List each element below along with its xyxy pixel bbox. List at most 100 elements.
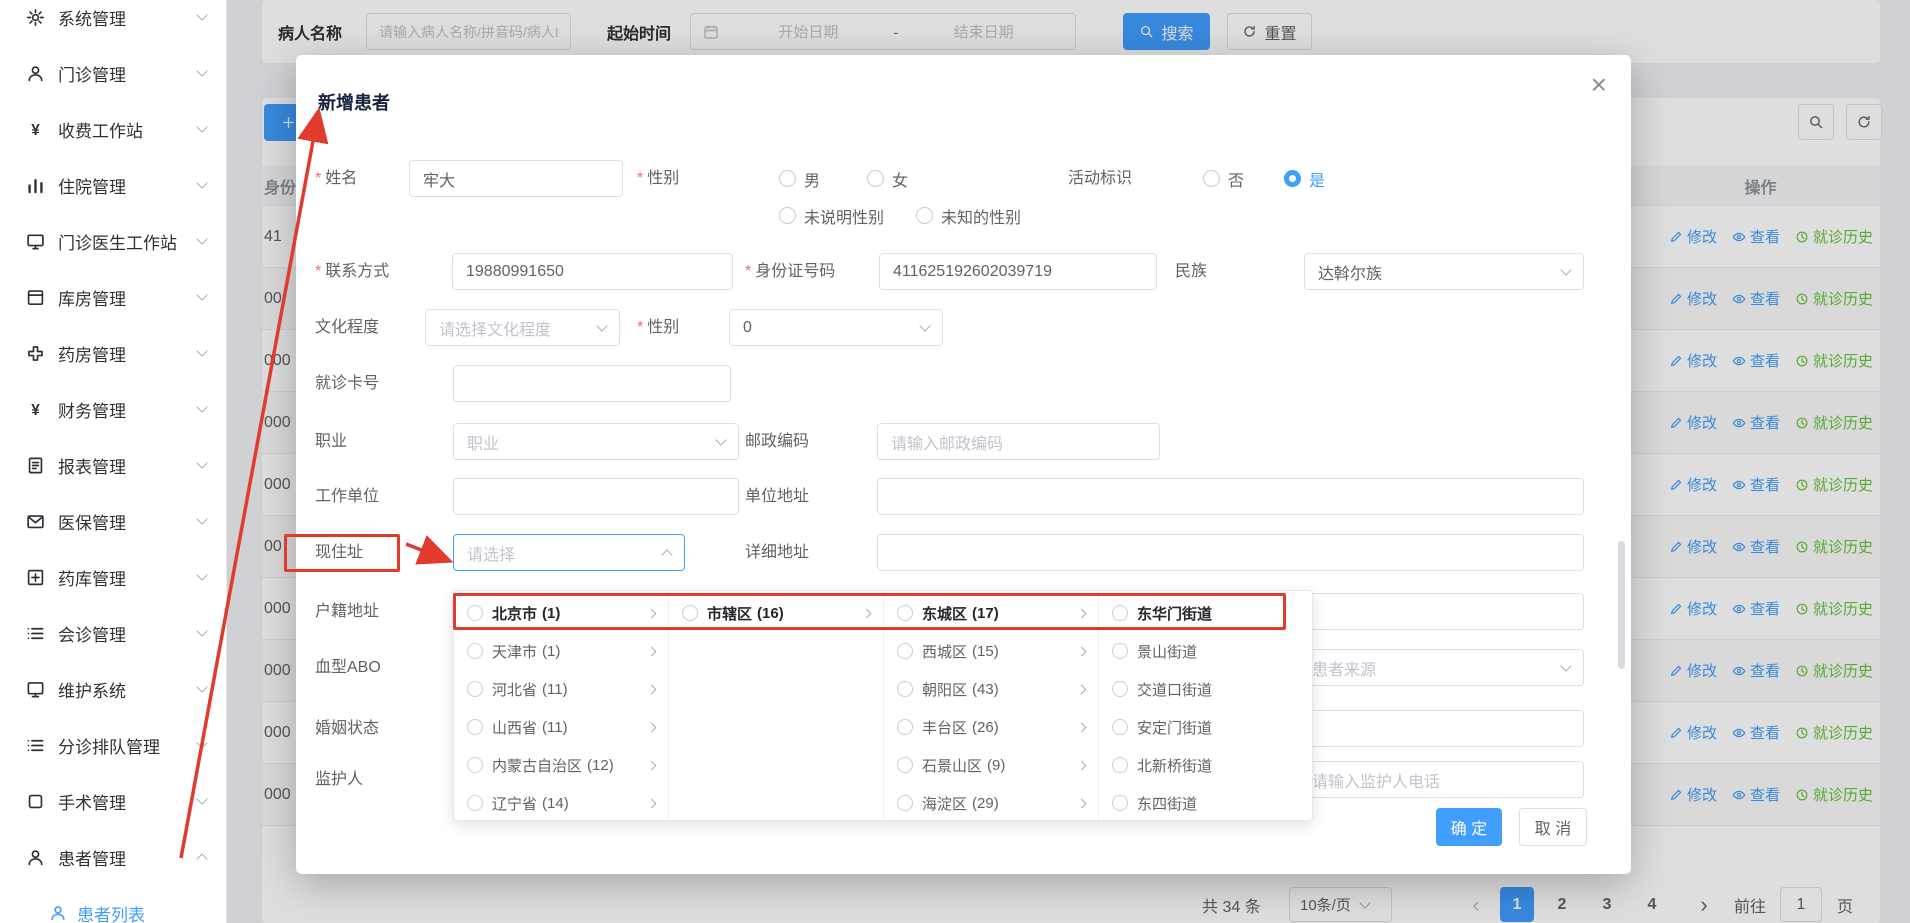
sidebar-item-pharmacy[interactable]: 药房管理 [0,325,226,381]
chevron-down-icon [196,681,207,692]
chevron-down-icon [196,793,207,804]
chevron-down-icon [196,457,207,468]
gender-radio-male[interactable]: 男 [779,160,820,197]
occupation-select[interactable]: 职业 [453,423,739,460]
chevron-down-icon [196,233,207,244]
cascader-option-street[interactable]: 交道口街道 [1099,670,1314,708]
sidebar-item-maintenance[interactable]: 维护系统 [0,661,226,717]
chevron-down-icon [196,625,207,636]
patient-list-icon [49,904,67,922]
cascader-option-district[interactable]: 丰台区(26) [884,708,1098,746]
education-select[interactable]: 请选择文化程度 [425,309,620,346]
cascader-option-province[interactable]: 河北省(11) [454,670,668,708]
sidebar-item-patient-list[interactable]: 患者列表 [0,885,226,923]
cascader-option-street[interactable]: 安定门街道 [1099,708,1314,746]
sidebar-item-outpatient[interactable]: 门诊管理 [0,45,226,101]
postal-code-input[interactable]: 请输入邮政编码 [877,423,1160,460]
name-input[interactable]: 牢大 [409,160,623,197]
modal-scrollbar-thumb[interactable] [1618,541,1625,669]
sidebar-item-drug-storage[interactable]: 药库管理 [0,549,226,605]
chevron-right-icon [647,798,657,808]
radio-icon [897,795,913,811]
idcard-input[interactable]: 411625192602039719 [879,253,1157,290]
cascader-option-street[interactable]: 景山街道 [1099,632,1314,670]
work-unit-input[interactable] [453,478,739,515]
radio-icon [467,681,483,697]
chevron-down-icon [196,177,207,188]
sidebar-item-outpatient-doctor-station[interactable]: 门诊医生工作站 [0,213,226,269]
active-flag-label: 活动标识 [1068,160,1132,197]
work-unit-label: 工作单位 [315,478,379,515]
radio-icon [897,681,913,697]
sidebar-item-charging-station[interactable]: ¥ 收费工作站 [0,101,226,157]
cascader-option-street[interactable]: 北新桥街道 [1099,746,1314,784]
cascader-option-street[interactable]: 东四街道 [1099,784,1314,822]
annotation-box-current-address [284,534,400,572]
gender-radio-unspecified[interactable]: 未说明性别 [779,197,884,234]
cascader-option-province[interactable]: 内蒙古自治区(12) [454,746,668,784]
guardian-phone-input[interactable]: 请输入监护人电话 [1298,761,1584,798]
gender-radio-unknown[interactable]: 未知的性别 [916,197,1021,234]
chevron-right-icon [647,646,657,656]
sidebar-item-patient[interactable]: 患者管理 [0,829,226,885]
svg-text:¥: ¥ [31,401,40,418]
visit-card-input[interactable] [453,365,731,402]
report-icon [26,456,45,475]
sidebar-item-system[interactable]: 系统管理 [0,0,226,45]
sidebar-item-warehouse[interactable]: 库房管理 [0,269,226,325]
cascader-option-province[interactable]: 天津市(1) [454,632,668,670]
drug-storage-icon [26,568,45,587]
gear-icon [26,8,45,27]
sidebar-item-finance[interactable]: ¥ 财务管理 [0,381,226,437]
confirm-button[interactable]: 确 定 [1436,808,1502,846]
unit-address-label: 单位地址 [745,478,809,515]
patient-source-select[interactable]: 患者来源 [1298,649,1584,686]
cascader-option-province[interactable]: 辽宁省(14) [454,784,668,822]
chevron-right-icon [1077,722,1087,732]
radio-icon [467,643,483,659]
envelope-icon [26,512,45,531]
cascader-option-district[interactable]: 海淀区(29) [884,784,1098,822]
marital-status-label: 婚姻状态 [315,710,379,747]
svg-text:¥: ¥ [31,121,40,138]
unit-address-input[interactable] [877,478,1584,515]
chevron-right-icon [647,760,657,770]
sidebar: 系统管理 门诊管理 ¥ 收费工作站 住院管理 门诊医生工作站 库房管理 [0,0,227,923]
ethnicity-select[interactable]: 达斡尔族 [1304,253,1584,290]
sidebar-item-inpatient[interactable]: 住院管理 [0,157,226,213]
radio-icon [897,757,913,773]
close-icon[interactable]: × [1591,71,1607,99]
detail-address-input[interactable] [877,534,1584,571]
occupation-label: 职业 [315,423,347,460]
contact-input[interactable]: 19880991650 [452,253,733,290]
cancel-button[interactable]: 取 消 [1519,808,1587,846]
active-flag-radio-yes[interactable]: 是 [1284,160,1325,197]
cascader-option-district[interactable]: 石景山区(9) [884,746,1098,784]
sidebar-item-surgery[interactable]: 手术管理 [0,773,226,829]
annotation-box-cascader-row [453,593,1286,630]
cascader-option-district[interactable]: 西城区(15) [884,632,1098,670]
sidebar-item-insurance[interactable]: 医保管理 [0,493,226,549]
current-address-cascader[interactable]: 请选择 [453,534,685,571]
chevron-down-icon [196,569,207,580]
sidebar-item-triage-queue[interactable]: 分诊排队管理 [0,717,226,773]
gender-radio-female[interactable]: 女 [867,160,908,197]
active-flag-radio-no[interactable]: 否 [1203,160,1244,197]
gender2-select[interactable]: 0 [729,309,943,346]
blood-type-label: 血型ABO [315,649,381,686]
sidebar-item-reports[interactable]: 报表管理 [0,437,226,493]
sidebar-item-consultation[interactable]: 会诊管理 [0,605,226,661]
radio-icon [1112,681,1128,697]
radio-icon [1112,757,1128,773]
chevron-down-icon [196,513,207,524]
cascader-option-district[interactable]: 朝阳区(43) [884,670,1098,708]
cascader-option-province[interactable]: 山西省(11) [454,708,668,746]
detail-address-label: 详细地址 [745,534,809,571]
chevron-down-icon [1560,264,1571,275]
gender2-label: *性别 [637,309,679,346]
radio-icon [1112,795,1128,811]
bar-chart-icon [26,176,45,195]
chevron-right-icon [647,722,657,732]
chevron-down-icon [715,434,726,445]
surgery-icon [26,792,45,811]
